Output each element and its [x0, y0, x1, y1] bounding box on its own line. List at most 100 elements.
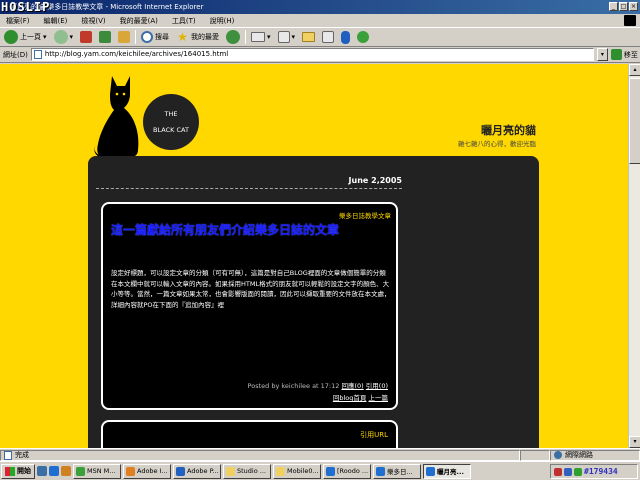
status-text-pane: 完成: [0, 449, 520, 461]
search-icon: [141, 31, 154, 43]
bluetooth-button[interactable]: [339, 28, 352, 46]
home-icon: [118, 31, 131, 43]
ie-icon: [376, 466, 385, 476]
scroll-down-button[interactable]: ▾: [629, 436, 640, 448]
security-zone-pane: 網際網路: [550, 449, 640, 461]
vertical-scrollbar[interactable]: ▴ ▾: [628, 64, 640, 448]
task-label: Adobe I...: [137, 467, 168, 475]
menu-file[interactable]: 檔案(F): [6, 16, 30, 26]
search-label: 搜尋: [155, 33, 170, 41]
chevron-down-icon[interactable]: ▾: [43, 33, 47, 41]
black-cat-icon: [94, 76, 139, 158]
home-button[interactable]: [116, 28, 132, 46]
search-button[interactable]: 搜尋: [139, 28, 171, 46]
close-button[interactable]: ×: [629, 2, 638, 11]
task-roodo[interactable]: [Roodo ...: [323, 463, 371, 479]
standard-toolbar: 上一頁 ▾ ▾ 搜尋 ★ 我的最愛 ▾ ▾: [0, 27, 640, 47]
forward-button[interactable]: ▾: [52, 28, 76, 46]
stop-button[interactable]: [78, 28, 94, 46]
chevron-down-icon[interactable]: ▾: [70, 33, 74, 41]
scroll-thumb[interactable]: [629, 78, 640, 164]
post-title[interactable]: 這一篇獻給所有朋友們介紹樂多日誌的文章: [111, 221, 396, 238]
watermark-logo: HOSLIP: [1, 0, 51, 14]
edit-button[interactable]: ▾: [276, 28, 298, 46]
post-paragraph: 在本文欄中就可以輸入文章的內容。如果採用HTML格式的朋友就可以輕鬆的設定文字的…: [111, 279, 390, 288]
reply-link[interactable]: 回應(0): [341, 382, 363, 390]
refresh-icon: [99, 31, 112, 43]
post-category-link[interactable]: 樂多日誌教學文章: [339, 210, 391, 220]
msn-icon: [76, 466, 85, 476]
post-card: 樂多日誌教學文章 這一篇獻給所有朋友們介紹樂多日誌的文章 設定好標題，可以設定文…: [101, 202, 398, 410]
maximize-button[interactable]: □: [619, 2, 628, 11]
scroll-up-button[interactable]: ▴: [629, 64, 640, 76]
menu-bar: 檔案(F) 編輯(E) 檢視(V) 我的最愛(A) 工具(T) 說明(H): [0, 14, 640, 27]
task-blackcat-blog[interactable]: 曬月亮...: [423, 463, 471, 479]
messenger-button[interactable]: [355, 28, 371, 46]
logo-line-2: BLACK CAT: [153, 126, 189, 134]
folder-icon: [226, 466, 235, 476]
previous-post-link[interactable]: 上一篇: [369, 394, 389, 402]
window-controls: _ □ ×: [609, 2, 638, 11]
address-dropdown-button[interactable]: ▾: [596, 48, 608, 61]
chevron-down-icon[interactable]: ▾: [292, 33, 296, 41]
minimize-button[interactable]: _: [609, 2, 618, 11]
task-roodo-blog[interactable]: 樂多日...: [373, 463, 421, 479]
favorites-button[interactable]: ★ 我的最愛: [174, 28, 221, 46]
favorites-label: 我的最愛: [191, 33, 220, 41]
back-button[interactable]: 上一頁 ▾: [2, 28, 49, 46]
show-desktop-icon[interactable]: [37, 466, 47, 476]
media-button[interactable]: [224, 28, 242, 46]
task-adobe-photoshop[interactable]: Adobe P...: [173, 463, 221, 479]
go-label: 移至: [623, 50, 638, 59]
ie-quicklaunch-icon[interactable]: [49, 466, 59, 476]
menu-view[interactable]: 檢視(V): [81, 16, 105, 26]
start-button[interactable]: 開始: [1, 463, 35, 479]
address-url: http://blog.yam.com/keichilee/archives/1…: [44, 50, 229, 58]
post-date: June 2,2005: [348, 176, 402, 185]
chevron-down-icon[interactable]: ▾: [267, 33, 271, 41]
tray-network-icon[interactable]: [564, 467, 572, 476]
task-msn[interactable]: MSN M...: [73, 463, 121, 479]
address-input[interactable]: http://blog.yam.com/keichilee/archives/1…: [30, 48, 594, 61]
research-button[interactable]: [320, 28, 336, 46]
media-icon: [226, 30, 241, 44]
post-author-time: Posted by keichilee at 17:12: [247, 382, 340, 390]
task-mobile[interactable]: Mobile0...: [273, 463, 321, 479]
refresh-button[interactable]: [97, 28, 113, 46]
clock: #179434: [584, 467, 618, 476]
folder-button[interactable]: [300, 28, 317, 46]
post-paragraph: 設定好標題，可以設定文章的分類（可有可無），這篇是對自己BLOG裡面的文章做個簡…: [111, 269, 386, 277]
outlook-quicklaunch-icon[interactable]: [61, 466, 71, 476]
tray-volume-icon[interactable]: [574, 467, 582, 476]
task-label: 曬月亮...: [437, 468, 464, 476]
task-adobe-illustrator[interactable]: Adobe I...: [123, 463, 171, 479]
photoshop-icon: [176, 466, 185, 476]
windows-taskbar: 開始 MSN M... Adobe I... Adobe P... Studio…: [0, 461, 640, 480]
task-label: MSN M...: [87, 467, 116, 475]
forward-arrow-icon: [53, 30, 68, 44]
go-button[interactable]: 移至: [610, 49, 638, 60]
system-tray: #179434: [550, 464, 638, 479]
mail-button[interactable]: ▾: [249, 28, 273, 46]
ie-logo-icon: [624, 15, 636, 26]
start-label: 開始: [17, 467, 31, 475]
logo-line-1: THE: [164, 110, 178, 118]
globe-icon: [554, 451, 562, 459]
menu-help[interactable]: 說明(H): [210, 16, 235, 26]
toolbar-separator: [135, 30, 137, 44]
status-text: 完成: [15, 451, 29, 459]
blog-home-link[interactable]: 回blog首頁: [333, 394, 367, 402]
menu-tools[interactable]: 工具(T): [172, 16, 196, 26]
tray-app-icon[interactable]: [554, 467, 562, 476]
post-paragraph: 詳細內容就PO在下面的『追加內容』裡: [111, 300, 225, 309]
task-studio[interactable]: Studio ...: [223, 463, 271, 479]
back-label: 上一頁: [20, 33, 41, 41]
black-cat-logo[interactable]: THE BLACK CAT: [143, 94, 199, 150]
menu-edit[interactable]: 編輯(E): [44, 16, 68, 26]
web-page: THE BLACK CAT 曬月亮的貓 雜七雜八的心得，歡迎光臨 June 2,…: [0, 64, 628, 448]
task-label: Studio ...: [237, 467, 266, 475]
folder-icon: [276, 466, 285, 476]
menu-favorites[interactable]: 我的最愛(A): [120, 16, 158, 26]
trackback-link[interactable]: 引用(0): [366, 382, 388, 390]
blog-title[interactable]: 曬月亮的貓: [481, 122, 536, 138]
